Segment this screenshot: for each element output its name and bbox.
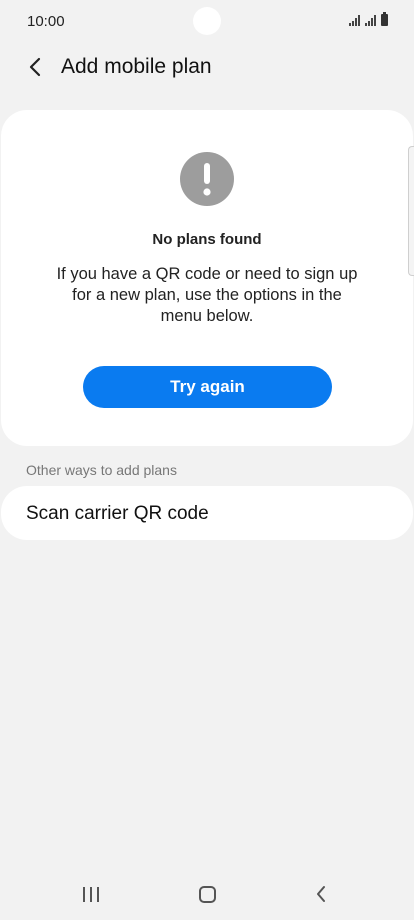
- try-again-button[interactable]: Try again: [83, 366, 332, 408]
- nav-back-button[interactable]: [315, 885, 327, 908]
- chevron-left-icon: [29, 57, 41, 77]
- status-time: 10:00: [27, 13, 65, 30]
- home-button[interactable]: [199, 886, 216, 903]
- chevron-left-icon: [317, 886, 325, 902]
- recents-button[interactable]: [83, 887, 99, 902]
- camera-cutout: [193, 7, 221, 35]
- screen: 10:00 Add mobile plan No plans found If …: [0, 0, 414, 920]
- battery-icon: [381, 12, 388, 26]
- section-header-other-ways: Other ways to add plans: [26, 462, 177, 478]
- signal-icon: [365, 15, 376, 26]
- no-plans-card: No plans found If you have a QR code or …: [1, 110, 413, 446]
- back-button[interactable]: [18, 50, 52, 84]
- scan-carrier-qr-item[interactable]: Scan carrier QR code: [1, 486, 413, 540]
- navigation-bar: [0, 870, 414, 920]
- status-icons: [349, 12, 388, 26]
- scan-carrier-qr-label: Scan carrier QR code: [26, 503, 209, 524]
- edge-panel-handle[interactable]: [408, 146, 414, 276]
- exclamation-icon: [180, 152, 234, 206]
- signal-icon: [349, 15, 360, 26]
- no-plans-description: If you have a QR code or need to sign up…: [56, 265, 358, 325]
- page-title: Add mobile plan: [61, 55, 212, 78]
- status-bar: 10:00: [0, 0, 414, 42]
- header: Add mobile plan: [0, 44, 414, 90]
- no-plans-title: No plans found: [152, 231, 262, 248]
